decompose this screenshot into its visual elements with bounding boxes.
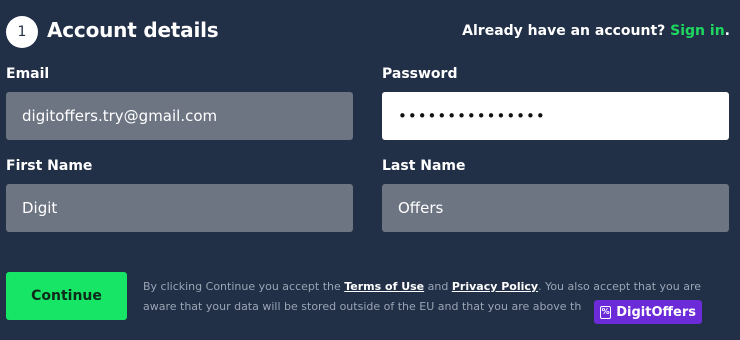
step-number-badge: 1 xyxy=(6,16,38,48)
last-name-label: Last Name xyxy=(382,158,466,174)
watermark-text: DigitOffers xyxy=(616,304,696,320)
percent-tag-icon: % xyxy=(600,305,612,319)
continue-button[interactable]: Continue xyxy=(6,272,127,320)
signin-prompt-text: Already have an account? xyxy=(462,23,666,39)
digitoffers-watermark: % DigitOffers xyxy=(594,300,702,324)
legal-and: and xyxy=(424,280,452,293)
first-name-label: First Name xyxy=(6,158,93,174)
password-label: Password xyxy=(382,66,458,82)
privacy-policy-link[interactable]: Privacy Policy xyxy=(452,280,538,293)
signin-prompt: Already have an account? Sign in. xyxy=(462,23,730,39)
signin-suffix: . xyxy=(724,23,730,39)
password-field[interactable]: ••••••••••••••• xyxy=(382,92,729,140)
first-name-field[interactable]: Digit xyxy=(6,184,353,232)
last-name-field[interactable]: Offers xyxy=(382,184,729,232)
email-field[interactable]: digitoffers.try@gmail.com xyxy=(6,92,353,140)
terms-of-use-link[interactable]: Terms of Use xyxy=(344,280,424,293)
sign-in-link[interactable]: Sign in xyxy=(670,23,725,39)
legal-prefix: By clicking Continue you accept the xyxy=(143,280,345,293)
section-title: Account details xyxy=(47,18,219,42)
email-label: Email xyxy=(6,66,50,82)
